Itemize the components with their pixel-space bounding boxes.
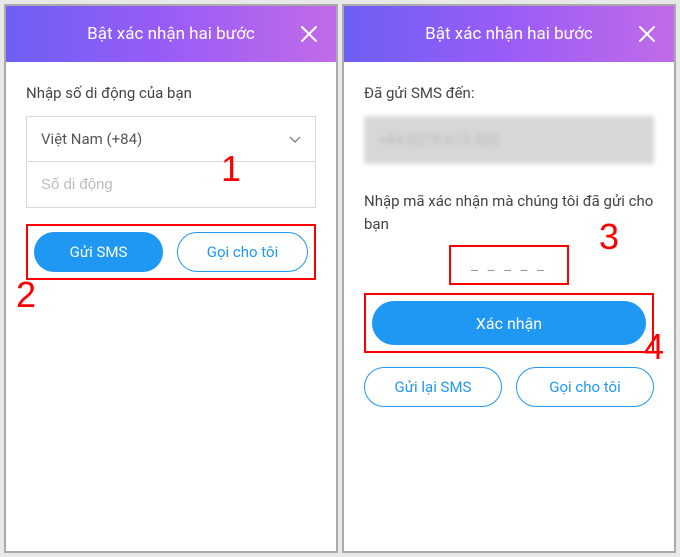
- content-area: Đã gửi SMS đến: +84 0275 613 305 Nhập mã…: [344, 62, 674, 429]
- resend-sms-button[interactable]: Gửi lại SMS: [364, 367, 502, 407]
- button-row: Gửi SMS Gọi cho tôi: [26, 224, 316, 280]
- call-me-button[interactable]: Gọi cho tôi: [516, 367, 654, 407]
- phone-input[interactable]: [41, 176, 301, 193]
- screen-step-phone: Bật xác nhận hai bước Nhập số di động củ…: [4, 4, 338, 553]
- close-icon[interactable]: [638, 25, 656, 43]
- confirm-button[interactable]: Xác nhận: [372, 301, 646, 345]
- header-title: Bật xác nhận hai bước: [425, 24, 593, 44]
- header-bar: Bật xác nhận hai bước: [344, 6, 674, 62]
- prompt-label: Nhập số di động của bạn: [26, 84, 316, 102]
- secondary-button-row: Gửi lại SMS Gọi cho tôi: [364, 367, 654, 407]
- phone-display: +84 0275 613 305: [364, 116, 654, 164]
- phone-input-row[interactable]: [26, 162, 316, 208]
- header-bar: Bật xác nhận hai bước: [6, 6, 336, 62]
- screen-step-verify: Bật xác nhận hai bước Đã gửi SMS đến: +8…: [342, 4, 676, 553]
- country-value: Việt Nam (+84): [41, 130, 142, 148]
- country-selector[interactable]: Việt Nam (+84): [26, 116, 316, 162]
- call-me-button[interactable]: Gọi cho tôi: [177, 232, 308, 272]
- header-title: Bật xác nhận hai bước: [87, 24, 255, 44]
- instruction-label: Nhập mã xác nhận mà chúng tôi đã gửi cho…: [364, 190, 654, 235]
- send-sms-button[interactable]: Gửi SMS: [34, 232, 163, 272]
- chevron-down-icon: [289, 130, 301, 148]
- confirm-wrap: Xác nhận: [364, 293, 654, 353]
- content-area: Nhập số di động của bạn Việt Nam (+84) G…: [6, 62, 336, 302]
- code-input[interactable]: _ _ _ _ _: [449, 245, 569, 285]
- close-icon[interactable]: [300, 25, 318, 43]
- sent-label: Đã gửi SMS đến:: [364, 84, 654, 102]
